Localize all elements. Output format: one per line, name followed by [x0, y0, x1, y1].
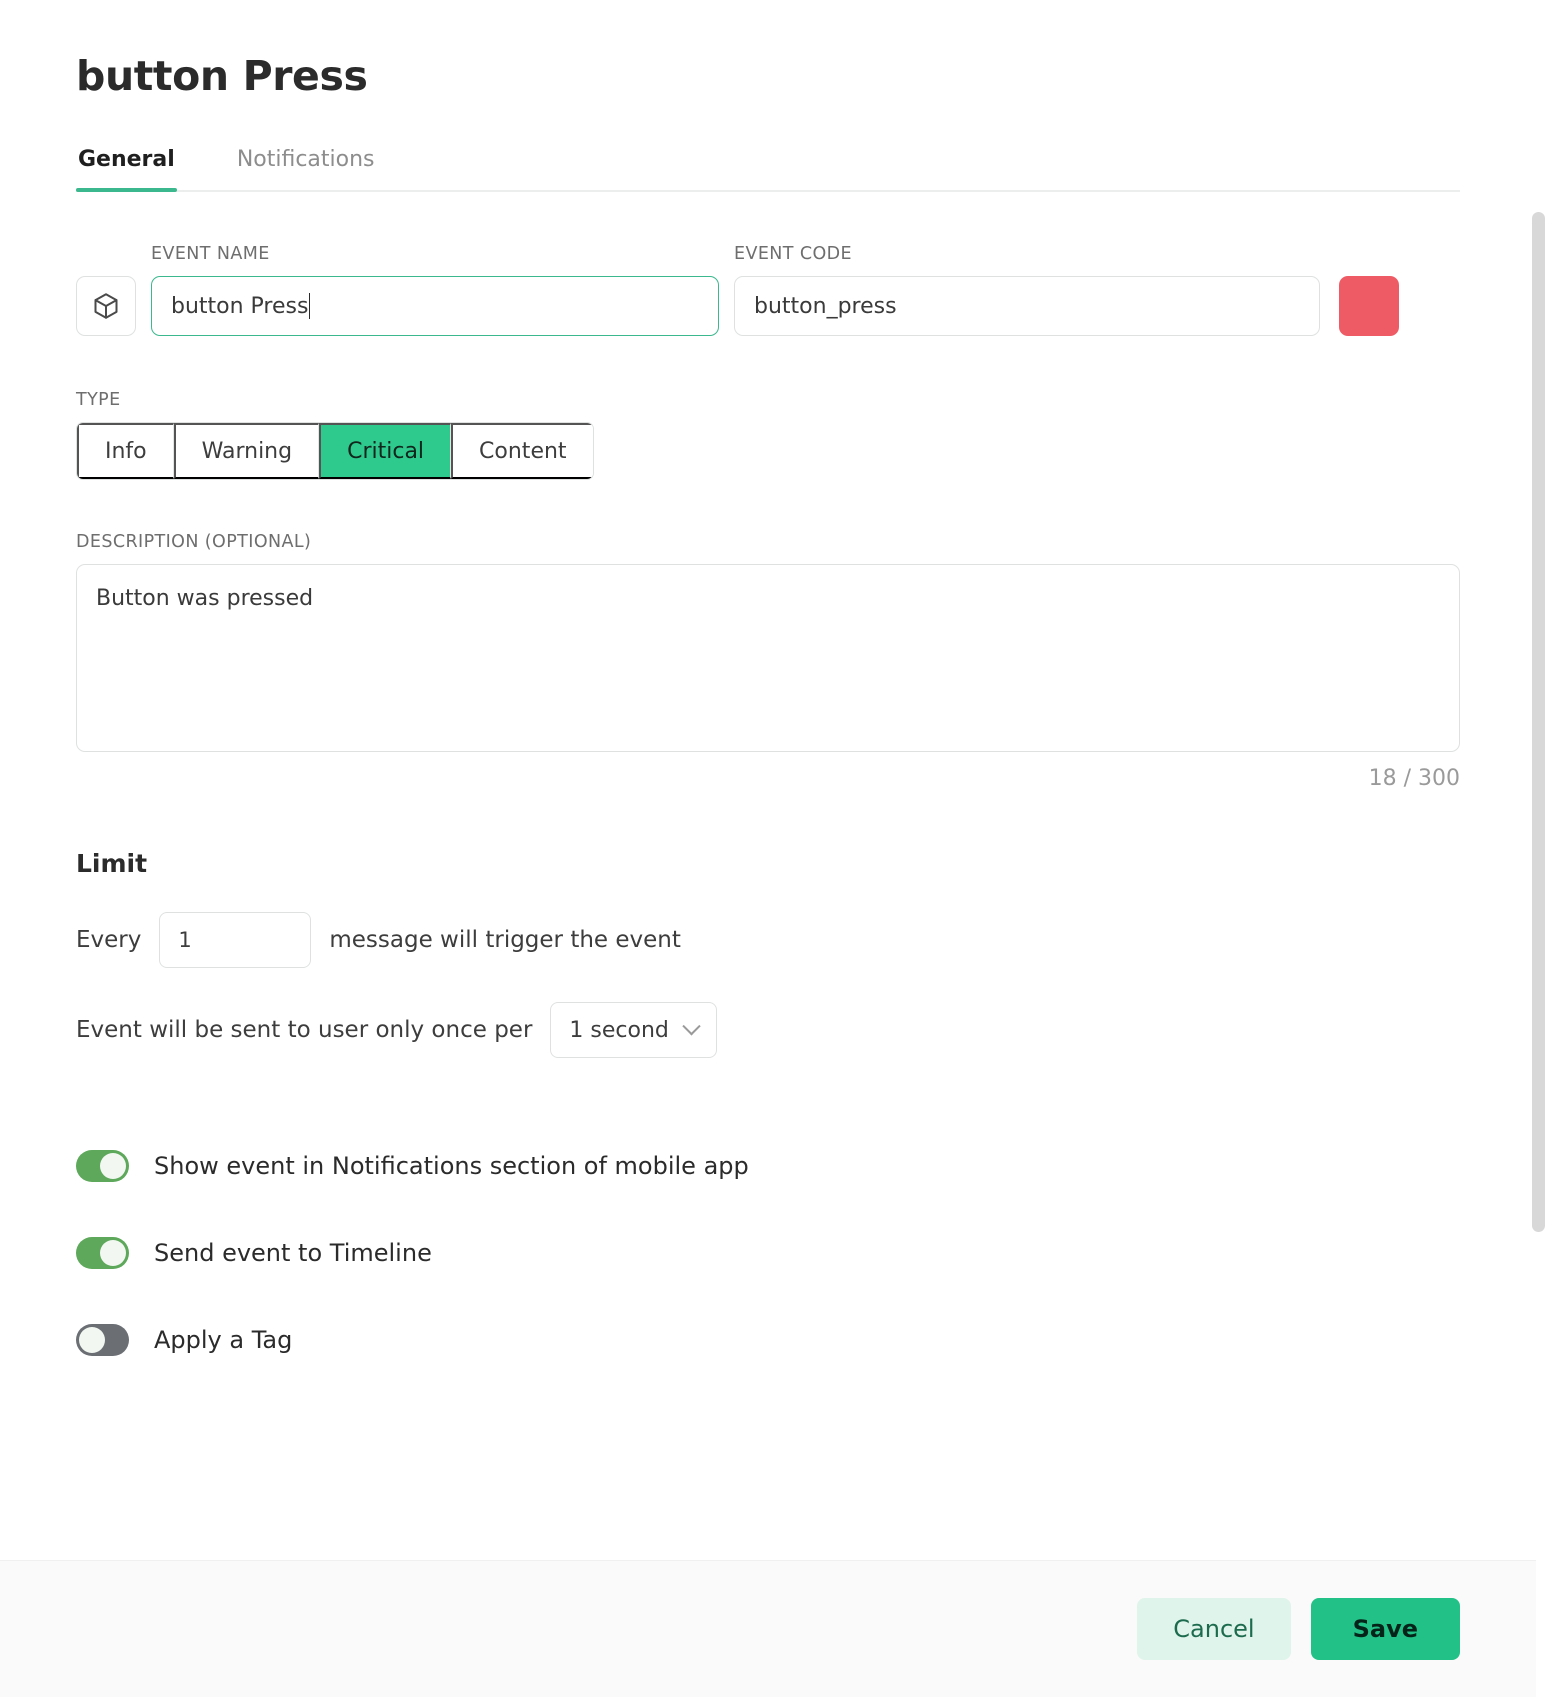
page-title: button Press	[76, 52, 368, 100]
toggle-knob	[100, 1153, 126, 1180]
type-label: TYPE	[76, 390, 121, 411]
toggle-send-timeline[interactable]	[76, 1237, 129, 1270]
limit-every-suffix: message will trigger the event	[329, 927, 681, 954]
limit-heading: Limit	[76, 849, 148, 879]
type-option-info[interactable]: Info	[77, 423, 174, 480]
event-name-column: EVENT NAME button Press	[151, 244, 719, 337]
toggle-apply-tag[interactable]	[76, 1324, 129, 1357]
dialog-footer: Cancel Save	[0, 1560, 1536, 1697]
toggle-list: Show event in Notifications section of m…	[76, 1150, 1460, 1357]
save-button[interactable]: Save	[1310, 1598, 1460, 1660]
toggle-knob	[100, 1240, 126, 1267]
right-edge-strip	[1549, 0, 1553, 1697]
event-code-label: EVENT CODE	[734, 244, 852, 265]
event-code-column: EVENT CODE button_press	[734, 244, 1320, 337]
general-form: EVENT NAME button Press EVENT CODE butto…	[0, 244, 1536, 1357]
limit-every-prefix: Every	[76, 927, 142, 954]
type-option-content[interactable]: Content	[451, 423, 593, 480]
event-name-input[interactable]: button Press	[151, 276, 719, 337]
toggle-row-apply-tag: Apply a Tag	[76, 1324, 1460, 1357]
chevron-down-icon	[682, 1016, 701, 1036]
toggle-knob	[79, 1327, 105, 1354]
dialog-scroll-area[interactable]: button Press General Notifications EVENT…	[0, 0, 1536, 1528]
toggle-show-notifications[interactable]	[76, 1150, 129, 1183]
vertical-scrollbar[interactable]	[1532, 212, 1545, 1232]
cube-icon	[94, 293, 118, 319]
description-block: DESCRIPTION (OPTIONAL) Button was presse…	[76, 532, 1460, 791]
name-code-row: EVENT NAME button Press EVENT CODE butto…	[76, 244, 1460, 337]
limit-once-prefix: Event will be sent to user only once per	[76, 1017, 533, 1044]
toggle-label-send-timeline: Send event to Timeline	[154, 1239, 432, 1268]
type-option-critical[interactable]: Critical	[319, 423, 452, 480]
tab-bar: General Notifications	[76, 147, 1460, 193]
description-label: DESCRIPTION (OPTIONAL)	[76, 532, 312, 553]
scrollbar-thumb[interactable]	[1532, 212, 1545, 1232]
limit-period-value: 1 second	[569, 1017, 669, 1043]
limit-every-row: Every message will trigger the event	[76, 912, 1460, 969]
event-name-value: button Press	[171, 293, 309, 319]
cancel-button[interactable]: Cancel	[1137, 1598, 1291, 1660]
type-segmented-control: Info Warning Critical Content	[76, 422, 594, 481]
type-option-warning[interactable]: Warning	[173, 423, 320, 480]
limit-every-input[interactable]	[159, 912, 312, 969]
event-settings-dialog: button Press General Notifications EVENT…	[0, 0, 1553, 1697]
text-caret	[309, 293, 311, 320]
tab-notifications[interactable]: Notifications	[235, 147, 377, 190]
event-code-input[interactable]: button_press	[734, 276, 1320, 337]
character-counter: 18 / 300	[1368, 766, 1460, 792]
event-code-value: button_press	[754, 293, 897, 319]
event-name-label: EVENT NAME	[151, 244, 270, 265]
toggle-row-send-timeline: Send event to Timeline	[76, 1237, 1460, 1270]
toggle-label-show-notifications: Show event in Notifications section of m…	[154, 1152, 749, 1181]
toggle-label-apply-tag: Apply a Tag	[154, 1326, 293, 1355]
color-swatch-button[interactable]	[1339, 276, 1399, 337]
toggle-row-show-notifications: Show event in Notifications section of m…	[76, 1150, 1460, 1183]
cube-icon-button[interactable]	[76, 276, 136, 337]
limit-period-select[interactable]: 1 second	[550, 1002, 717, 1059]
description-textarea[interactable]: Button was pressed	[76, 564, 1460, 753]
type-block: TYPE Info Warning Critical Content	[76, 390, 1460, 481]
limit-once-row: Event will be sent to user only once per…	[76, 1002, 1460, 1059]
tab-general[interactable]: General	[76, 147, 177, 193]
